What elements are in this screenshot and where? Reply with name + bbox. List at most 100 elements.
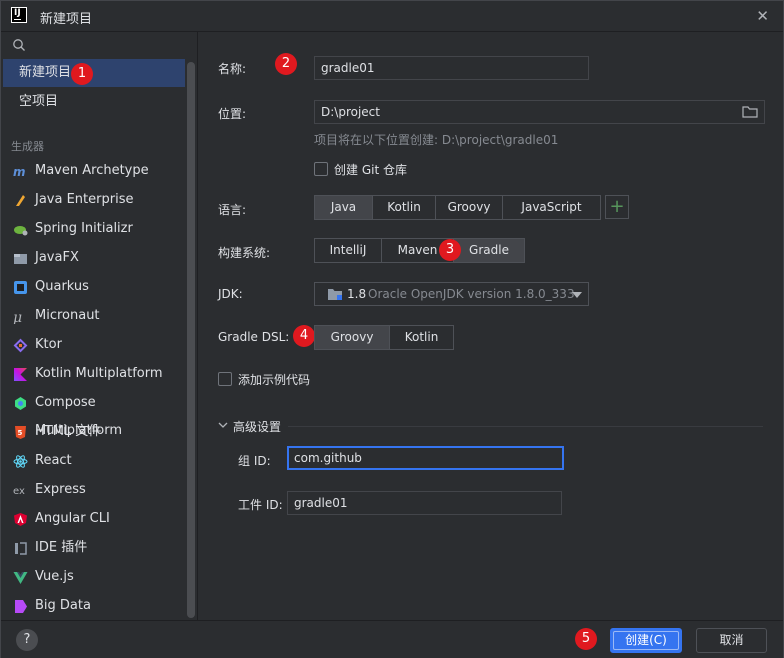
language-label: 语言: <box>218 203 247 217</box>
language-option-javascript[interactable]: JavaScript <box>503 196 600 219</box>
build-option-intellij[interactable]: IntelliJ <box>315 239 382 262</box>
maven-icon: m <box>13 165 26 179</box>
window-title: 新建项目 <box>40 12 93 27</box>
folder-icon[interactable] <box>742 106 758 118</box>
sidebar-item-label: Kotlin Multiplatform <box>35 366 163 381</box>
ktor-icon <box>13 338 28 353</box>
sidebar-item-empty-project[interactable]: 空项目 <box>3 88 185 116</box>
java-enterprise-icon <box>16 195 25 206</box>
annotation-badge-5: 5 <box>575 628 597 650</box>
sidebar-item-ide-plugin[interactable]: IDE 插件 <box>3 534 185 562</box>
sidebar-scrollbar[interactable] <box>187 62 195 618</box>
sidebar-item-label: 新建项目 <box>19 65 72 80</box>
project-type-sidebar: 新建项目 1 空项目 生成器 m Maven Archetype Java En… <box>1 32 198 620</box>
git-checkbox-label: 创建 Git 仓库 <box>334 163 407 177</box>
svg-text:5: 5 <box>18 429 23 437</box>
sidebar-item-micronaut[interactable]: μ Micronaut <box>3 302 185 330</box>
sidebar-item-label: Big Data <box>35 598 91 613</box>
build-system-selector: IntelliJ Maven Gradle <box>314 238 525 263</box>
sidebar-item-compose-multiplatform[interactable]: Compose Multiplatform <box>3 389 185 438</box>
jdk-label: JDK: <box>218 287 243 301</box>
language-selector: Java Kotlin Groovy JavaScript <box>314 195 601 220</box>
sidebar-item-java-enterprise[interactable]: Java Enterprise <box>3 186 185 214</box>
artifact-id-field[interactable]: gradle01 <box>287 491 562 515</box>
svg-text:ex: ex <box>13 486 25 497</box>
sidebar-item-label: HTML 文件 <box>35 424 102 439</box>
name-field[interactable]: gradle01 <box>314 56 589 80</box>
react-icon <box>13 455 28 468</box>
language-option-java[interactable]: Java <box>315 196 373 219</box>
dialog-footer: ? 5 创建(C) 取消 <box>1 620 783 658</box>
sidebar-item-label: Java Enterprise <box>35 192 134 207</box>
location-field[interactable]: D:\project <box>314 100 765 124</box>
sidebar-item-react[interactable]: React <box>3 447 185 475</box>
sidebar-item-kotlin-multiplatform[interactable]: Kotlin Multiplatform <box>3 360 185 388</box>
dsl-option-kotlin[interactable]: Kotlin <box>390 326 453 349</box>
project-settings-form: 名称: 2 gradle01 位置: D:\project 项目将在以下位置创建… <box>198 32 783 620</box>
create-button[interactable]: 创建(C) <box>610 628 682 653</box>
build-system-label: 构建系统: <box>218 246 271 260</box>
name-label: 名称: <box>218 62 247 76</box>
create-button-label: 创建(C) <box>613 631 679 650</box>
sidebar-item-label: Express <box>35 482 86 497</box>
express-icon: ex <box>13 486 25 497</box>
sidebar-item-new-project[interactable]: 新建项目 <box>3 59 185 87</box>
gradle-dsl-selector: Groovy Kotlin <box>314 325 454 350</box>
cancel-button[interactable]: 取消 <box>696 628 767 653</box>
build-option-gradle[interactable]: Gradle <box>454 239 524 262</box>
sidebar-item-express[interactable]: ex Express <box>3 476 185 504</box>
search-icon[interactable] <box>12 38 26 52</box>
sidebar-item-angular-cli[interactable]: Angular CLI <box>3 505 185 533</box>
compose-icon <box>15 397 26 410</box>
help-button[interactable]: ? <box>16 629 38 651</box>
annotation-badge-2: 2 <box>275 53 297 75</box>
svg-text:μ: μ <box>13 310 22 324</box>
sidebar-item-label: Ktor <box>35 337 62 352</box>
sidebar-item-label: Maven Archetype <box>35 163 149 178</box>
sidebar-item-spring-initializr[interactable]: Spring Initializr <box>3 215 185 243</box>
add-language-button[interactable]: + <box>605 195 629 219</box>
advanced-divider <box>288 426 763 427</box>
sidebar-item-label: JavaFX <box>35 250 79 265</box>
quarkus-icon <box>14 281 27 294</box>
location-value: D:\project <box>321 105 380 119</box>
bigdata-icon <box>15 600 27 613</box>
group-id-label: 组 ID: <box>238 454 271 468</box>
chevron-down-icon[interactable] <box>218 421 228 429</box>
group-id-field[interactable]: com.github <box>287 446 564 470</box>
kotlin-icon <box>14 368 27 381</box>
language-option-groovy[interactable]: Groovy <box>436 196 503 219</box>
advanced-settings-toggle[interactable]: 高级设置 <box>233 418 281 435</box>
close-icon[interactable]: ✕ <box>756 7 769 25</box>
jdk-dropdown[interactable]: 1.8 Oracle OpenJDK version 1.8.0_333 <box>314 282 589 306</box>
dsl-option-groovy[interactable]: Groovy <box>315 326 390 349</box>
sidebar-item-label: Quarkus <box>35 279 89 294</box>
jdk-version: 1.8 <box>347 287 367 301</box>
spring-icon <box>14 226 28 236</box>
micronaut-icon: μ <box>13 310 22 324</box>
sidebar-item-label: Angular CLI <box>35 511 110 526</box>
sidebar-item-label: 空项目 <box>19 94 59 109</box>
sample-code-label: 添加示例代码 <box>238 373 311 387</box>
intellij-app-icon: IJ <box>11 7 27 23</box>
sidebar-item-html-file[interactable]: 5 HTML 文件 <box>3 418 185 446</box>
javafx-icon <box>14 254 27 264</box>
chevron-down-icon <box>572 292 582 298</box>
html5-icon: 5 <box>15 426 26 439</box>
sidebar-item-label: Spring Initializr <box>35 221 133 236</box>
sidebar-item-quarkus[interactable]: Quarkus <box>3 273 185 301</box>
sidebar-item-big-data[interactable]: Big Data <box>3 592 185 620</box>
angular-icon <box>14 513 27 526</box>
sidebar-item-vuejs[interactable]: Vue.js <box>3 563 185 591</box>
plugin-icon <box>15 542 27 555</box>
sidebar-item-maven-archetype[interactable]: m Maven Archetype <box>3 157 185 185</box>
jdk-name: Oracle OpenJDK version 1.8.0_333 <box>368 287 575 301</box>
new-project-dialog: IJ 新建项目 ✕ 新建项目 1 空项目 生成器 m Maven Archety… <box>0 0 784 658</box>
sidebar-item-javafx[interactable]: JavaFX <box>3 244 185 272</box>
sidebar-item-ktor[interactable]: Ktor <box>3 331 185 359</box>
language-option-kotlin[interactable]: Kotlin <box>373 196 436 219</box>
git-checkbox[interactable] <box>314 162 328 176</box>
annotation-badge-1: 1 <box>71 63 93 85</box>
sidebar-item-label: IDE 插件 <box>35 540 88 555</box>
sample-code-checkbox[interactable] <box>218 372 232 386</box>
